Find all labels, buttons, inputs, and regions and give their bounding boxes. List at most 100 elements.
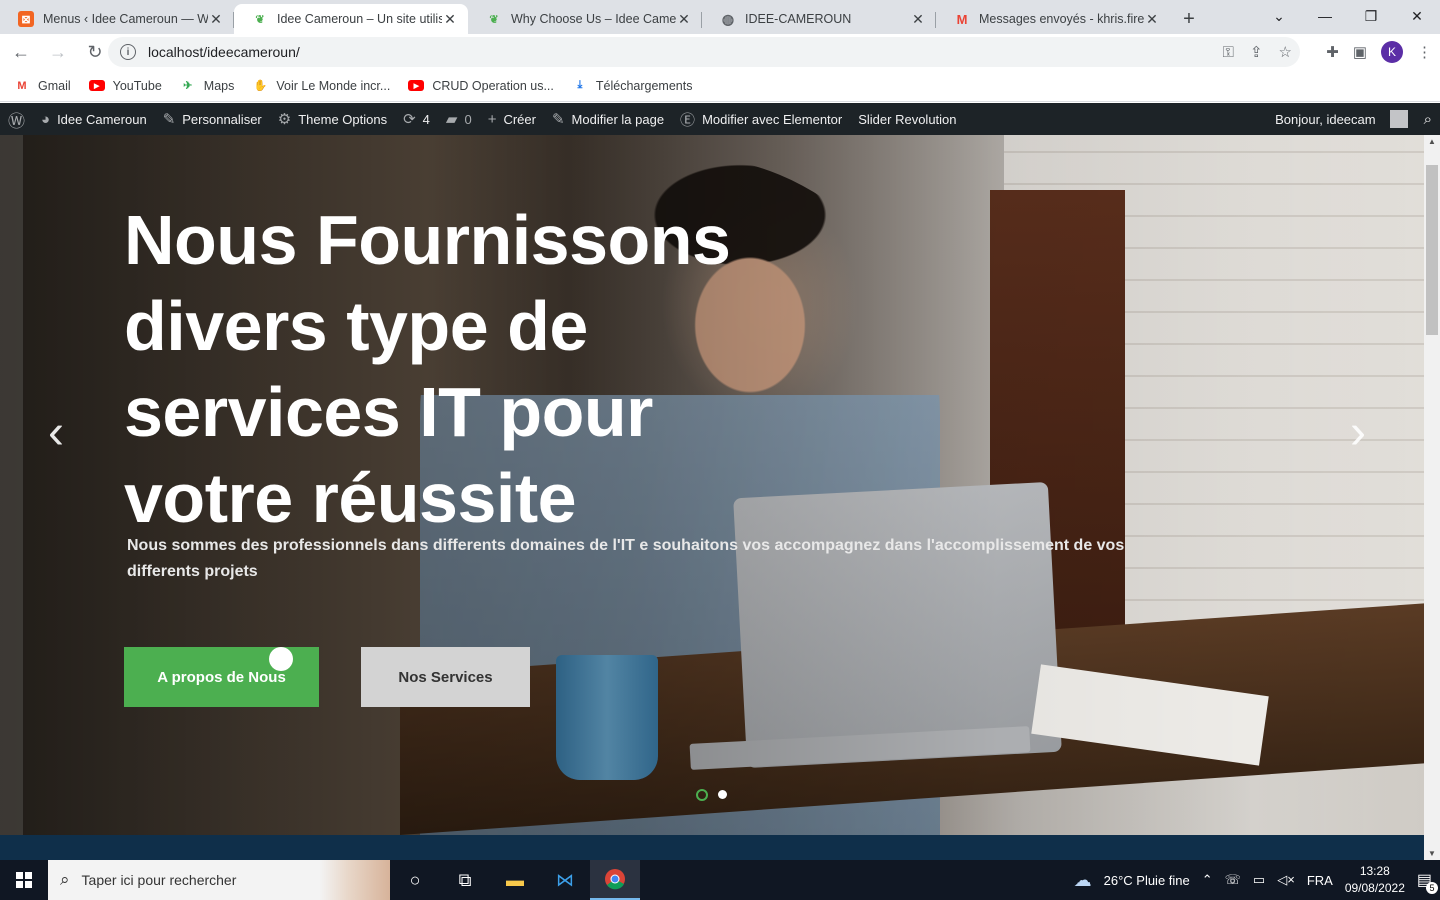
slide-dot-1[interactable] — [696, 789, 708, 801]
close-window-button[interactable]: ✕ — [1394, 0, 1440, 32]
browser-toolbar: ← → ↻ i localhost/ideecameroun/ ⚿ ⇪ ☆ ✚ … — [0, 34, 1440, 70]
comment-icon: ▰ — [445, 111, 458, 128]
tab-idee-cameroun-2[interactable]: ◍ IDEE-CAMEROUN ✕ — [702, 4, 936, 34]
tab-title: Messages envoyés - khris.fireso — [979, 12, 1144, 26]
windows-taskbar: ⌕ Taper ici pour rechercher ○ ⧉ ▬ ⋈ ☁ 26… — [0, 860, 1440, 900]
bookmark-crud[interactable]: ▶ CRUD Operation us... — [408, 79, 554, 93]
admin-theme-options-label: Theme Options — [298, 111, 388, 127]
leaf-icon: ❦ — [489, 13, 499, 26]
admin-updates[interactable]: ⟳ 4 — [395, 103, 438, 135]
slide-dot-2[interactable] — [718, 790, 727, 799]
tray-chevron-icon[interactable]: ⌃ — [1202, 872, 1213, 888]
youtube-icon: ▶ — [88, 80, 105, 91]
key-icon[interactable]: ⚿ — [1223, 44, 1234, 61]
admin-slider-revolution[interactable]: Slider Revolution — [850, 103, 964, 135]
language-indicator[interactable]: FRA — [1307, 873, 1333, 888]
admin-edit-page[interactable]: ✎ Modifier la page — [544, 103, 672, 135]
new-tab-button[interactable]: + — [1174, 4, 1204, 34]
notifications-icon[interactable]: ▤ 5 — [1417, 870, 1438, 894]
bookmark-label: Voir Le Monde incr... — [276, 78, 391, 93]
reload-button[interactable]: ↻ — [79, 36, 111, 68]
meet-now-icon[interactable]: ☏ — [1225, 872, 1241, 888]
tab-menus[interactable]: ⊠ Menus ‹ Idee Cameroun — Wor ✕ — [0, 4, 234, 34]
bookmark-label: Maps — [203, 78, 235, 93]
slider-prev-arrow[interactable]: ‹ — [48, 405, 64, 460]
address-bar[interactable]: i localhost/ideecameroun/ ⚿ ⇪ ☆ — [108, 37, 1300, 67]
notification-count: 5 — [1426, 882, 1438, 894]
back-button[interactable]: ← — [5, 36, 37, 68]
tab-idee-cameroun[interactable]: ❦ Idee Cameroun – Un site utilisan ✕ — [234, 4, 468, 34]
bookmark-youtube[interactable]: ▶ YouTube — [88, 79, 162, 93]
system-tray: ☁ 26°C Pluie fine ⌃ ☏ ▭ ◁× FRA 13:28 09/… — [1074, 860, 1440, 900]
minimize-button[interactable]: — — [1302, 0, 1348, 32]
bookmark-downloads[interactable]: ⤓ Téléchargements — [572, 78, 693, 93]
close-icon[interactable]: ✕ — [676, 11, 692, 28]
volume-muted-icon[interactable]: ◁× — [1277, 872, 1295, 888]
tab-why-choose-us[interactable]: ❦ Why Choose Us – Idee Camerou ✕ — [468, 4, 702, 34]
search-placeholder: Taper ici pour rechercher — [81, 872, 237, 888]
star-icon[interactable]: ☆ — [1279, 43, 1292, 61]
close-icon[interactable]: ✕ — [910, 11, 926, 28]
file-explorer-icon[interactable]: ▬ — [490, 860, 540, 900]
admin-comments[interactable]: ▰ 0 — [438, 103, 480, 135]
updates-icon: ⟳ — [403, 111, 416, 128]
weather-text[interactable]: 26°C Pluie fine — [1104, 873, 1190, 888]
elementor-icon: Ⓔ — [680, 111, 696, 129]
side-panel-icon[interactable]: ▣ — [1353, 43, 1367, 61]
our-services-label: Nos Services — [398, 668, 493, 686]
scrollbar-thumb[interactable] — [1426, 165, 1438, 335]
admin-site-name[interactable]: ◕ Idee Cameroun — [33, 103, 155, 135]
wp-admin-icon: ⊠ — [18, 11, 34, 27]
close-icon[interactable]: ✕ — [1144, 11, 1160, 28]
admin-customize-label: Personnaliser — [182, 111, 262, 127]
window-controls: ⌄ — ❐ ✕ — [1256, 0, 1440, 32]
admin-elementor[interactable]: Ⓔ Modifier avec Elementor — [672, 103, 850, 135]
admin-greeting: Bonjour, ideecam — [1275, 111, 1376, 127]
about-us-button[interactable]: A propos de Nous — [124, 647, 319, 707]
close-icon[interactable]: ✕ — [442, 11, 458, 28]
taskbar-search[interactable]: ⌕ Taper ici pour rechercher — [48, 860, 390, 900]
info-icon[interactable]: i — [120, 44, 136, 60]
extensions-icon[interactable]: ✚ — [1326, 43, 1339, 61]
hand-icon: ✋ — [253, 80, 268, 92]
menu-icon[interactable]: ⋮ — [1417, 43, 1432, 61]
admin-new[interactable]: + Créer — [480, 103, 544, 135]
profile-avatar[interactable]: K — [1381, 41, 1403, 63]
bookmark-label: Téléchargements — [595, 78, 693, 93]
admin-search[interactable]: ⌕ — [1416, 103, 1440, 135]
vscode-icon[interactable]: ⋈ — [540, 860, 590, 900]
bookmark-voir-le-monde[interactable]: ✋ Voir Le Monde incr... — [252, 78, 391, 93]
start-button[interactable] — [0, 860, 48, 900]
bookmark-gmail[interactable]: M Gmail — [14, 79, 70, 93]
weather-icon[interactable]: ☁ — [1074, 870, 1092, 891]
task-view-icon[interactable]: ⧉ — [440, 860, 490, 900]
cortana-icon[interactable]: ○ — [390, 860, 440, 900]
gear-icon: ⚙ — [277, 111, 292, 128]
wordpress-icon: Ⓦ — [8, 111, 25, 131]
wordpress-logo[interactable]: Ⓦ — [0, 103, 33, 135]
slider-next-arrow[interactable]: › — [1350, 405, 1366, 460]
avatar — [1389, 110, 1408, 128]
network-icon[interactable]: ▭ — [1253, 872, 1265, 888]
scroll-down-icon[interactable]: ▼ — [1424, 849, 1440, 858]
admin-site-label: Idee Cameroun — [57, 111, 147, 127]
admin-customize[interactable]: ✎ Personnaliser — [155, 103, 270, 135]
close-icon[interactable]: ✕ — [208, 11, 224, 28]
chrome-icon[interactable] — [590, 860, 640, 900]
tab-gmail[interactable]: M Messages envoyés - khris.fireso ✕ — [936, 4, 1170, 34]
share-icon[interactable]: ⇪ — [1250, 43, 1263, 61]
restore-button[interactable]: ❐ — [1348, 0, 1394, 32]
admin-new-label: Créer — [503, 111, 536, 127]
bookmark-maps[interactable]: ✈ Maps — [180, 78, 235, 93]
admin-account[interactable]: Bonjour, ideecam — [1267, 103, 1415, 135]
our-services-button[interactable]: Nos Services — [361, 647, 530, 707]
search-highlight-image — [320, 860, 390, 900]
forward-button[interactable]: → — [42, 36, 74, 68]
admin-theme-options[interactable]: ⚙ Theme Options — [270, 103, 395, 135]
page-scrollbar[interactable]: ▲ ▼ — [1424, 135, 1440, 860]
clock[interactable]: 13:28 09/08/2022 — [1345, 863, 1405, 897]
gmail-icon: M — [17, 79, 27, 92]
brush-icon: ✎ — [162, 111, 176, 128]
scroll-up-icon[interactable]: ▲ — [1424, 137, 1440, 146]
tab-search-icon[interactable]: ⌄ — [1256, 0, 1302, 32]
